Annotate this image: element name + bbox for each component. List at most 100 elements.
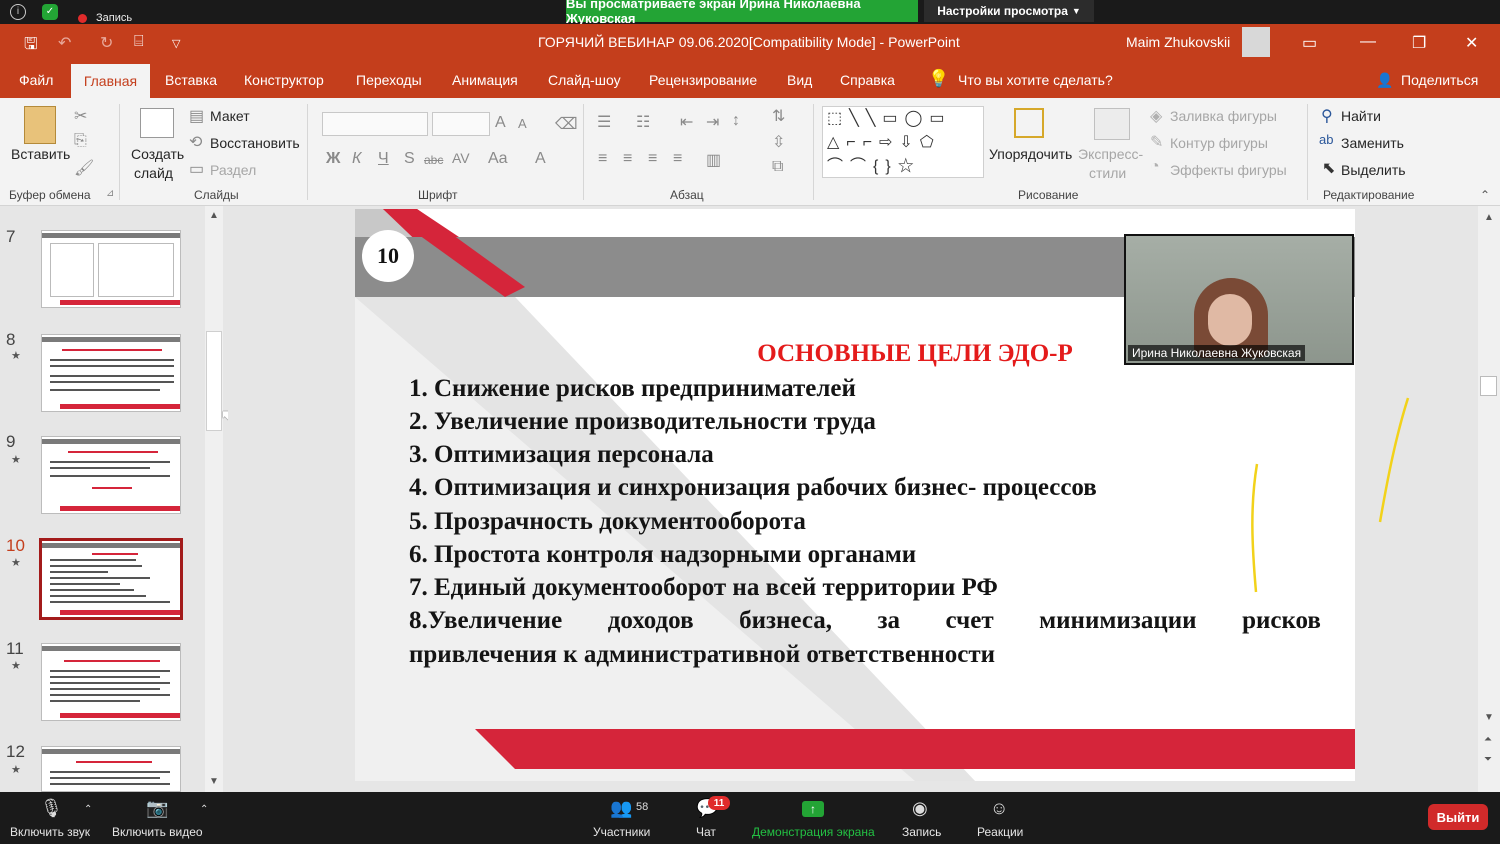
record-button[interactable]: Запись [902,825,941,839]
dialog-launcher-icon[interactable]: ⊿ [106,188,114,199]
slide-thumbnail-12[interactable] [41,746,181,792]
numbering-icon[interactable]: ☷ [636,112,650,132]
paste-button[interactable]: Вставить [11,146,70,162]
leave-button[interactable]: Выйти [1428,804,1488,830]
tab-transitions[interactable]: Переходы [356,72,422,88]
tab-slideshow[interactable]: Слайд-шоу [548,72,621,88]
bold-button[interactable]: Ж [326,150,340,168]
tell-me-input[interactable]: Что вы хотите сделать? [958,72,1113,88]
justify-icon[interactable]: ≡ [673,150,682,168]
share-button[interactable]: Поделиться [1401,72,1478,88]
shape-outline-button[interactable]: Контур фигуры [1170,135,1268,151]
participants-button[interactable]: Участники [593,825,650,839]
select-button[interactable]: Выделить [1341,162,1406,178]
new-slide-label-1[interactable]: Создать [131,146,184,162]
shape-fill-button[interactable]: Заливка фигуры [1170,108,1277,124]
chevron-up-icon[interactable]: ⌃ [200,804,208,815]
smartart-icon[interactable]: ⧉ [772,158,783,176]
shape-effects-button[interactable]: Эффекты фигуры [1170,162,1287,178]
slide-thumbnail-9[interactable] [41,436,181,514]
new-slide-label-2[interactable]: слайд [134,165,173,181]
mute-button[interactable]: Включить звук [10,825,90,839]
record-icon[interactable]: ◉ [912,798,928,819]
prev-slide-icon[interactable]: ⏶ [1484,734,1492,745]
tab-review[interactable]: Рецензирование [649,72,757,88]
slide-thumbnail-10[interactable] [39,538,183,620]
text-direction-icon[interactable]: ⇅ [772,106,785,126]
info-icon[interactable]: i [10,4,26,20]
case-button[interactable]: Aa [488,150,508,168]
scroll-up-icon[interactable]: ▲ [209,210,219,221]
minimize-icon[interactable]: — [1360,33,1376,51]
slide-scrollbar[interactable]: ▲ ▼ ⏶ ⏷ [1478,206,1500,792]
close-icon[interactable]: ✕ [1465,33,1478,53]
scroll-down-icon[interactable]: ▼ [209,776,219,787]
ribbon-display-icon[interactable]: ▭ [1302,33,1317,53]
tab-help[interactable]: Справка [840,72,895,88]
spacing-button[interactable]: AV [452,150,470,166]
decrease-indent-icon[interactable]: ⇤ [680,112,693,132]
save-icon[interactable]: 🖫 [24,33,38,60]
slide-thumbnail-11[interactable] [41,643,181,721]
clear-format-icon[interactable]: ⌫ [555,114,578,134]
layout-button[interactable]: Макет [210,108,250,124]
font-size-combo[interactable] [432,112,490,136]
tab-animations[interactable]: Анимация [452,72,518,88]
shadow-button[interactable]: S [404,150,415,168]
share-screen-icon[interactable]: ↑ [802,801,824,817]
new-slide-icon[interactable] [140,108,174,138]
arrange-button[interactable]: Упорядочить [989,146,1072,162]
scroll-thumb[interactable] [1480,376,1497,396]
tab-file[interactable]: Файл [19,72,53,88]
font-color-button[interactable]: A [535,150,546,168]
shrink-font-icon[interactable]: A [518,116,527,131]
bullets-icon[interactable]: ☰ [597,112,611,132]
customize-icon[interactable]: ▽ [172,37,180,50]
avatar[interactable] [1242,27,1270,57]
strikethrough-button[interactable]: abc [424,153,443,167]
paste-icon[interactable] [24,106,56,144]
redo-icon[interactable]: ↻ [100,33,113,53]
format-painter-icon[interactable]: 🖌 [74,158,94,178]
chat-button[interactable]: Чат [696,825,716,839]
cut-icon[interactable]: ✂ [74,106,87,126]
copy-icon[interactable]: ⎘ [74,132,87,150]
line-spacing-icon[interactable]: ↕ [732,112,740,130]
view-options-button[interactable]: Настройки просмотра ▼ [924,0,1094,22]
align-right-icon[interactable]: ≡ [648,150,657,168]
scroll-down-icon[interactable]: ▼ [1484,712,1494,723]
underline-button[interactable]: Ч [378,150,389,168]
video-off-icon[interactable]: 📷 [146,798,168,819]
tab-view[interactable]: Вид [787,72,812,88]
user-name[interactable]: Maim Zhukovskii [1126,34,1230,50]
align-center-icon[interactable]: ≡ [623,150,632,168]
reactions-icon[interactable]: ☺ [990,798,1008,819]
slide-thumbnail-8[interactable] [41,334,181,412]
grow-font-icon[interactable]: A [495,114,506,132]
align-text-icon[interactable]: ⇳ [772,132,785,152]
maximize-icon[interactable]: ❐ [1412,33,1426,53]
align-left-icon[interactable]: ≡ [598,150,607,168]
collapse-ribbon-icon[interactable]: ⌃ [1480,188,1490,202]
section-button[interactable]: Раздел [210,162,256,178]
scroll-up-icon[interactable]: ▲ [1484,212,1494,223]
reset-button[interactable]: Восстановить [210,135,300,151]
next-slide-icon[interactable]: ⏷ [1484,754,1492,765]
chevron-up-icon[interactable]: ⌃ [84,804,92,815]
share-screen-button[interactable]: Демонстрация экрана [752,825,875,839]
tab-insert[interactable]: Вставка [165,72,217,88]
shapes-gallery[interactable]: ⬚╲╲▭◯▭ △⌐⌐⇨⇩⬠ ⌒⌒{}☆ [822,106,984,178]
reactions-button[interactable]: Реакции [977,825,1023,839]
increase-indent-icon[interactable]: ⇥ [706,112,719,132]
tab-design[interactable]: Конструктор [244,72,324,88]
quick-styles-label-2[interactable]: стили [1089,165,1126,181]
font-name-combo[interactable] [322,112,428,136]
quick-styles-label-1[interactable]: Экспресс- [1078,146,1143,162]
thumbnail-scrollbar[interactable]: ▲ ▼ [205,206,223,792]
tab-home[interactable]: Главная [71,64,150,98]
undo-icon[interactable]: ↶ [58,33,71,53]
columns-icon[interactable]: ▥ [706,150,721,170]
participants-icon[interactable]: 👥 [610,798,632,819]
presentation-icon[interactable]: ⌸ [134,33,144,51]
shield-icon[interactable]: ✓ [42,4,58,20]
